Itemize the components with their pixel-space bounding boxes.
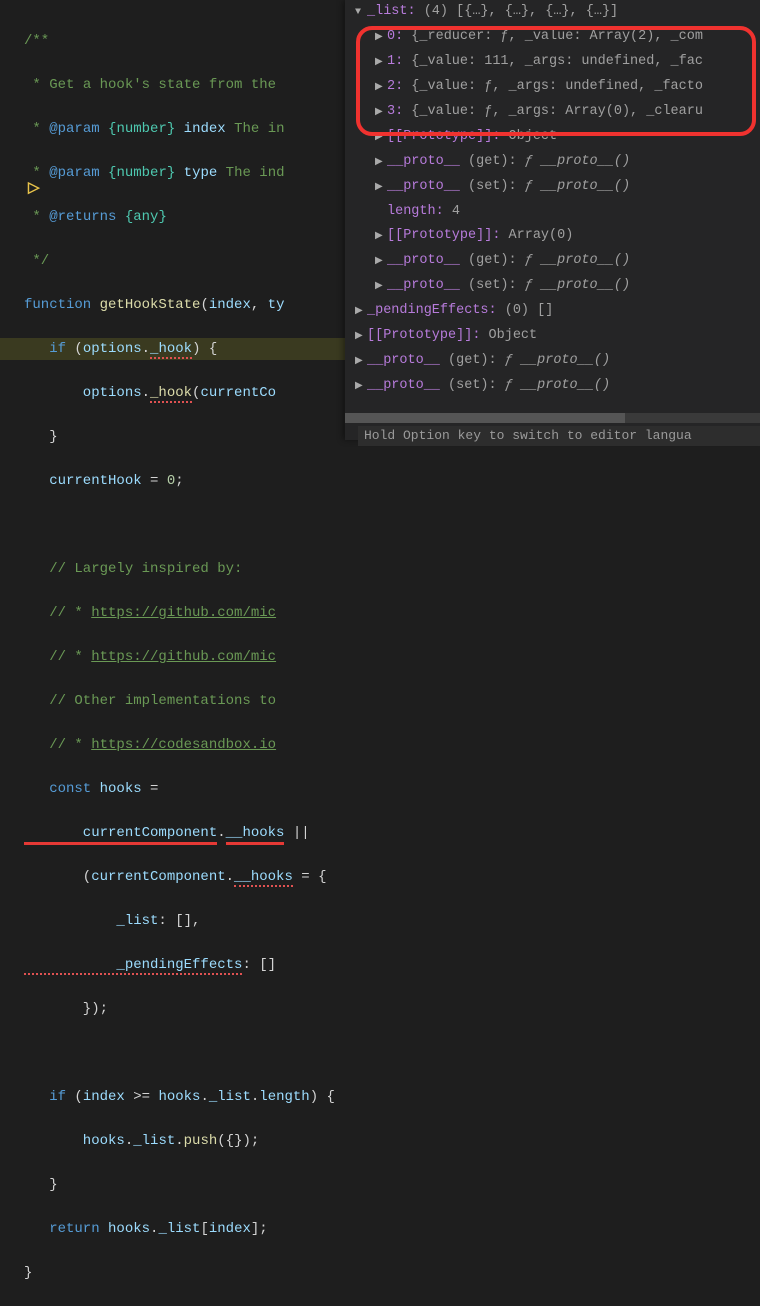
chevron-right-icon: ▶: [375, 151, 387, 175]
code-text: /**: [24, 33, 49, 49]
chevron-right-icon: ▶: [375, 225, 387, 249]
debug-row[interactable]: ▶__proto__ (get): ƒ __proto__(): [345, 349, 760, 374]
debug-row[interactable]: ▶0: {_reducer: ƒ, _value: Array(2), _com: [345, 25, 760, 50]
chevron-right-icon: ▶: [355, 300, 367, 324]
debug-row[interactable]: ▶__proto__ (set): ƒ __proto__(): [345, 374, 760, 399]
debug-hover-panel[interactable]: ▼_list: (4) [{…}, {…}, {…}, {…}] ▶0: {_r…: [345, 0, 760, 440]
chevron-right-icon: ▶: [355, 375, 367, 399]
debug-row[interactable]: ▶3: {_value: ƒ, _args: Array(0), _clearu: [345, 100, 760, 125]
chevron-right-icon: ▶: [375, 101, 387, 125]
chevron-right-icon: ▶: [375, 176, 387, 200]
debug-row[interactable]: ▶[[Prototype]]: Array(0): [345, 224, 760, 249]
chevron-right-icon: ▶: [375, 126, 387, 150]
chevron-right-icon: ▶: [355, 325, 367, 349]
debug-row[interactable]: ▶2: {_value: ƒ, _args: undefined, _facto: [345, 75, 760, 100]
chevron-right-icon: ▶: [375, 76, 387, 100]
chevron-right-icon: ▶: [375, 26, 387, 50]
debug-row[interactable]: ▶1: {_value: 111, _args: undefined, _fac: [345, 50, 760, 75]
debug-row-list-header[interactable]: ▼_list: (4) [{…}, {…}, {…}, {…}]: [345, 0, 760, 25]
scrollbar-thumb[interactable]: [345, 413, 625, 423]
chevron-right-icon: ▶: [375, 250, 387, 274]
debug-row[interactable]: ▶[[Prototype]]: Object: [345, 324, 760, 349]
chevron-right-icon: ▶: [375, 51, 387, 75]
chevron-right-icon: ▶: [355, 350, 367, 374]
debug-row[interactable]: ▶_pendingEffects: (0) []: [345, 299, 760, 324]
debug-row[interactable]: ▶__proto__ (set): ƒ __proto__(): [345, 274, 760, 299]
debug-row[interactable]: length: 4: [345, 200, 760, 224]
debug-row[interactable]: ▶__proto__ (get): ƒ __proto__(): [345, 150, 760, 175]
debug-hint-bar: Hold Option key to switch to editor lang…: [358, 426, 760, 446]
debug-execution-pointer-icon: ▷: [28, 178, 40, 197]
debug-horizontal-scrollbar[interactable]: [345, 413, 760, 423]
chevron-down-icon: ▼: [355, 1, 367, 25]
debug-row[interactable]: ▶__proto__ (set): ƒ __proto__(): [345, 175, 760, 200]
debug-row[interactable]: ▶[[Prototype]]: Object: [345, 125, 760, 150]
debug-row[interactable]: ▶__proto__ (get): ƒ __proto__(): [345, 249, 760, 274]
chevron-right-icon: ▶: [375, 275, 387, 299]
